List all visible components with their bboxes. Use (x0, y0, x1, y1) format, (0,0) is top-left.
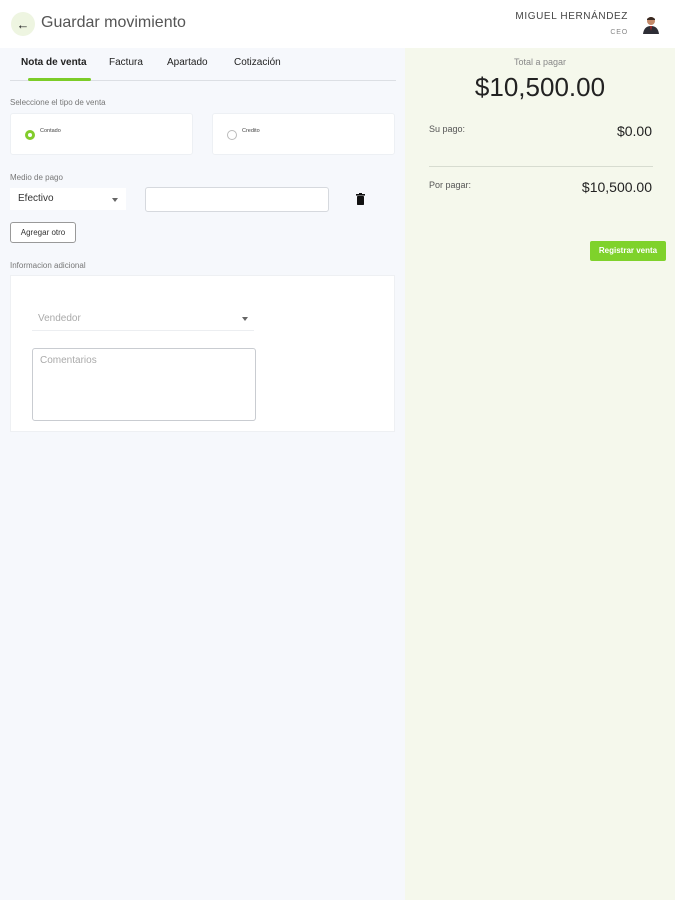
payment-method-select[interactable]: Efectivo (10, 188, 126, 210)
sale-type-label: Seleccione el tipo de venta (10, 98, 106, 107)
user-name: MIGUEL HERNÁNDEZ (515, 11, 628, 22)
register-sale-button[interactable]: Registrar venta (590, 241, 666, 261)
payment-summary-panel: Total a pagar $10,500.00 Su pago: $0.00 … (405, 48, 675, 900)
arrow-left-icon: ← (16, 16, 30, 32)
chevron-down-icon (112, 198, 118, 202)
tab-cotizacion[interactable]: Cotización (234, 57, 281, 68)
chevron-down-icon (242, 317, 248, 321)
trash-icon[interactable] (356, 193, 365, 205)
back-button[interactable]: ← (11, 12, 35, 36)
top-bar: ← Guardar movimiento MIGUEL HERNÁNDEZ CE… (0, 0, 675, 48)
paid-label: Su pago: (429, 124, 466, 134)
total-label: Total a pagar (513, 57, 567, 67)
active-tab-indicator (28, 78, 91, 81)
additional-info-label: Informacion adicional (10, 261, 86, 270)
total-value: $10,500.00 (474, 72, 606, 102)
vendor-placeholder: Vendedor (38, 313, 81, 324)
tab-apartado[interactable]: Apartado (167, 57, 208, 68)
sale-type-credito-option[interactable]: Credito (212, 113, 395, 155)
radio-contado[interactable] (25, 130, 35, 140)
summary-divider (429, 166, 653, 167)
due-label: Por pagar: (429, 180, 472, 190)
avatar[interactable] (641, 14, 661, 34)
vendor-select[interactable]: Vendedor (32, 306, 254, 331)
additional-info-card: Vendedor (10, 275, 395, 432)
page-title: Guardar movimiento (41, 14, 186, 31)
paid-value: $0.00 (616, 123, 652, 139)
add-payment-button[interactable]: Agregar otro (10, 222, 76, 243)
tab-bar: Nota de venta Factura Apartado Cotizació… (10, 48, 396, 81)
sale-type-contado-option[interactable]: Contado (10, 113, 193, 155)
tab-factura[interactable]: Factura (109, 57, 143, 68)
radio-credito[interactable] (227, 130, 237, 140)
tab-nota-de-venta[interactable]: Nota de venta (21, 57, 87, 68)
comments-textarea[interactable] (32, 348, 256, 421)
radio-credito-label: Credito (242, 128, 260, 134)
user-role: CEO (610, 29, 628, 36)
radio-contado-label: Contado (40, 128, 61, 134)
payment-method-label: Medio de pago (10, 173, 63, 182)
payment-amount-input[interactable] (145, 187, 329, 212)
due-value: $10,500.00 (581, 179, 652, 195)
payment-method-value: Efectivo (18, 193, 54, 204)
